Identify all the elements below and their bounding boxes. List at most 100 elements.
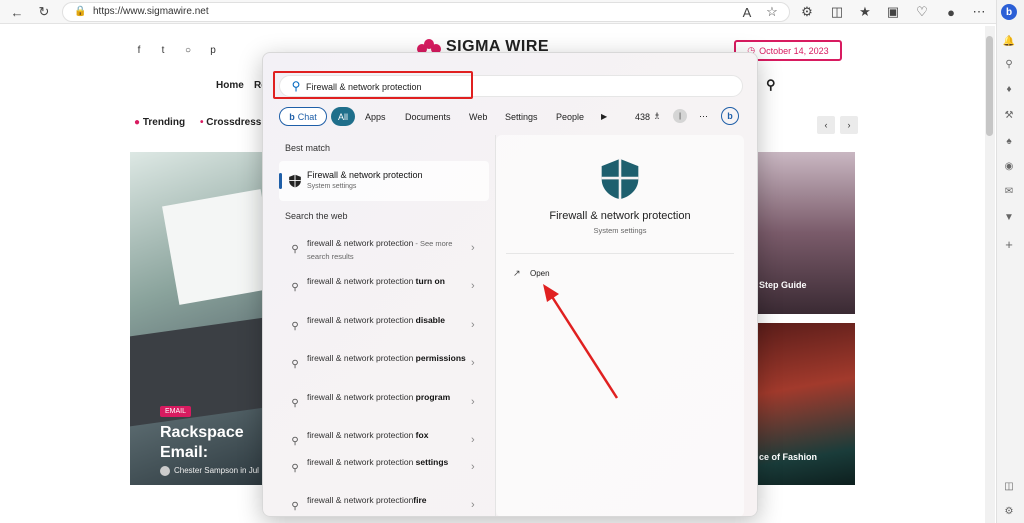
web-result-text: firewall & network protectionfire	[307, 494, 467, 507]
favorites-icon[interactable]: ★	[856, 3, 874, 21]
web-result-item[interactable]: ⚲ firewall & network protection - See mo…	[279, 237, 489, 271]
web-result-item[interactable]: ⚲ firewall & network protection fox ›	[279, 429, 489, 451]
scrollbar-thumb[interactable]	[986, 36, 993, 136]
filter-chat[interactable]: b Chat	[279, 107, 327, 126]
web-result-item[interactable]: ⚲ firewall & network protection program …	[279, 391, 489, 425]
article-caption-1[interactable]: Step Guide	[759, 280, 807, 290]
bing-chat-icon: b	[289, 111, 295, 122]
author-name[interactable]: Chester Sampson	[174, 466, 238, 475]
web-result-item[interactable]: ⚲ firewall & network protection disable …	[279, 314, 489, 348]
web-result-query: firewall & network protection	[307, 353, 416, 363]
category-tag[interactable]: EMAIL	[160, 406, 192, 417]
selection-accent	[279, 173, 282, 189]
drop-icon[interactable]: ▼	[1001, 209, 1017, 225]
web-result-keyword: fire	[413, 495, 427, 505]
filter-apps[interactable]: Apps	[365, 107, 386, 126]
facebook-icon[interactable]: f	[133, 44, 145, 56]
favorite-star-icon[interactable]: ☆	[763, 3, 781, 21]
best-match-heading: Best match	[285, 143, 331, 153]
detail-title: Firewall & network protection	[549, 210, 691, 222]
filter-people[interactable]: People	[556, 107, 584, 126]
rewards-count[interactable]: 438 ♗	[635, 107, 661, 126]
date-text: October 14, 2023	[759, 45, 829, 56]
shopping-tag-icon[interactable]: ♦	[1001, 81, 1017, 97]
play-more-icon[interactable]: ▶	[601, 107, 607, 126]
trending-prev-button[interactable]: ‹	[817, 116, 835, 134]
instagram-icon[interactable]: ○	[182, 44, 194, 56]
firewall-shield-icon	[601, 158, 639, 200]
trending-text: Trending	[142, 117, 186, 128]
split-sidebar-icon[interactable]: ◫	[1001, 478, 1017, 494]
detail-subtitle: System settings	[593, 226, 647, 235]
filter-web[interactable]: Web	[469, 107, 487, 126]
best-match-result[interactable]: Firewall & network protection System set…	[279, 161, 489, 201]
trending-next-button[interactable]: ›	[840, 116, 858, 134]
trending-item[interactable]: • Crossdressing	[200, 117, 262, 128]
web-result-keyword: disable	[415, 315, 445, 325]
web-result-item[interactable]: ⚲ firewall & network protection turn on …	[279, 275, 489, 309]
web-result-keyword: turn on	[415, 276, 445, 286]
chevron-right-icon: ›	[471, 357, 475, 369]
more-menu-icon[interactable]: ⋯	[970, 3, 988, 21]
hero-title[interactable]: Rackspace Email: Effortless Com	[160, 423, 264, 463]
chevron-right-icon: ›	[471, 396, 475, 408]
tools-icon[interactable]: ⚒	[1001, 107, 1017, 123]
pinterest-icon[interactable]: p	[207, 44, 219, 56]
outlook-icon[interactable]: ✉	[1001, 183, 1017, 199]
site-search-icon[interactable]: ⚲	[766, 77, 776, 93]
back-arrow-icon[interactable]: ←	[8, 3, 26, 21]
extensions-icon[interactable]: ⚙	[798, 3, 816, 21]
split-screen-icon[interactable]: ◫	[828, 3, 846, 21]
rewards-count-text: 438	[635, 111, 651, 122]
open-external-icon[interactable]: ↗	[513, 268, 521, 279]
address-bar[interactable]: 🔒 https://www.sigmawire.net	[62, 2, 790, 22]
open-button[interactable]: Open	[530, 269, 550, 278]
filter-chat-label: Chat	[297, 111, 317, 122]
best-match-title: Firewall & network protection	[307, 170, 423, 180]
browser-essentials-icon[interactable]: ♡	[913, 3, 931, 21]
copilot-icon[interactable]: b	[1001, 4, 1017, 20]
detail-separator	[506, 253, 734, 254]
web-result-item[interactable]: ⚲ firewall & network protection permissi…	[279, 352, 489, 386]
shield-icon	[289, 174, 301, 188]
chevron-right-icon: ›	[471, 280, 475, 292]
laptop-screen	[162, 189, 264, 305]
profile-avatar-icon[interactable]: ●	[942, 3, 960, 21]
annotation-arrow-icon	[543, 284, 619, 399]
search-icon: ⚲	[291, 243, 299, 255]
read-aloud-icon[interactable]: A	[738, 3, 756, 21]
sidebar-settings-gear-icon[interactable]: ⚙	[1001, 503, 1017, 519]
web-result-text: firewall & network protection program	[307, 391, 467, 404]
web-result-keyword: program	[415, 392, 451, 402]
lock-icon: 🔒	[74, 6, 87, 17]
search-icon: ⚲	[291, 397, 299, 409]
profile-icon[interactable]: |	[673, 109, 687, 123]
more-options-icon[interactable]: ⋯	[699, 107, 708, 126]
trending-label: ● Trending	[134, 117, 185, 128]
filter-settings[interactable]: Settings	[505, 107, 538, 126]
chevron-right-icon: ›	[471, 319, 475, 331]
web-result-item[interactable]: ⚲ firewall & network protectionfire ›	[279, 494, 489, 514]
games-icon[interactable]: ♠	[1001, 133, 1017, 149]
article-caption-2[interactable]: ce of Fashion	[759, 452, 817, 462]
search-icon: ⚲	[291, 435, 299, 447]
web-result-item[interactable]: ⚲ firewall & network protection settings…	[279, 456, 489, 490]
web-result-text: firewall & network protection fox	[307, 429, 467, 442]
best-match-subtitle: System settings	[307, 183, 357, 190]
filter-documents[interactable]: Documents	[405, 107, 451, 126]
refresh-icon[interactable]: ↻	[35, 3, 53, 21]
author-date: in Jul	[240, 466, 259, 476]
twitter-icon[interactable]: t	[157, 44, 169, 56]
filter-all[interactable]: All	[331, 107, 355, 126]
nav-home[interactable]: Home	[216, 80, 244, 91]
trending-item-text: Crossdressing	[206, 117, 262, 128]
browser-toolbar: ← ↻ 🔒 https://www.sigmawire.net A ☆ ⚙ ◫ …	[0, 0, 1024, 24]
collections-icon[interactable]: ▣	[884, 3, 902, 21]
office-icon[interactable]: ◉	[1001, 158, 1017, 174]
bing-icon[interactable]: b	[721, 107, 739, 125]
add-icon[interactable]: +	[1001, 236, 1017, 252]
web-result-query: firewall & network protection	[307, 238, 414, 248]
bell-icon[interactable]: 🔔	[1001, 33, 1017, 49]
laptop-keyboard	[130, 317, 264, 427]
search-sidebar-icon[interactable]: ⚲	[1001, 56, 1017, 72]
